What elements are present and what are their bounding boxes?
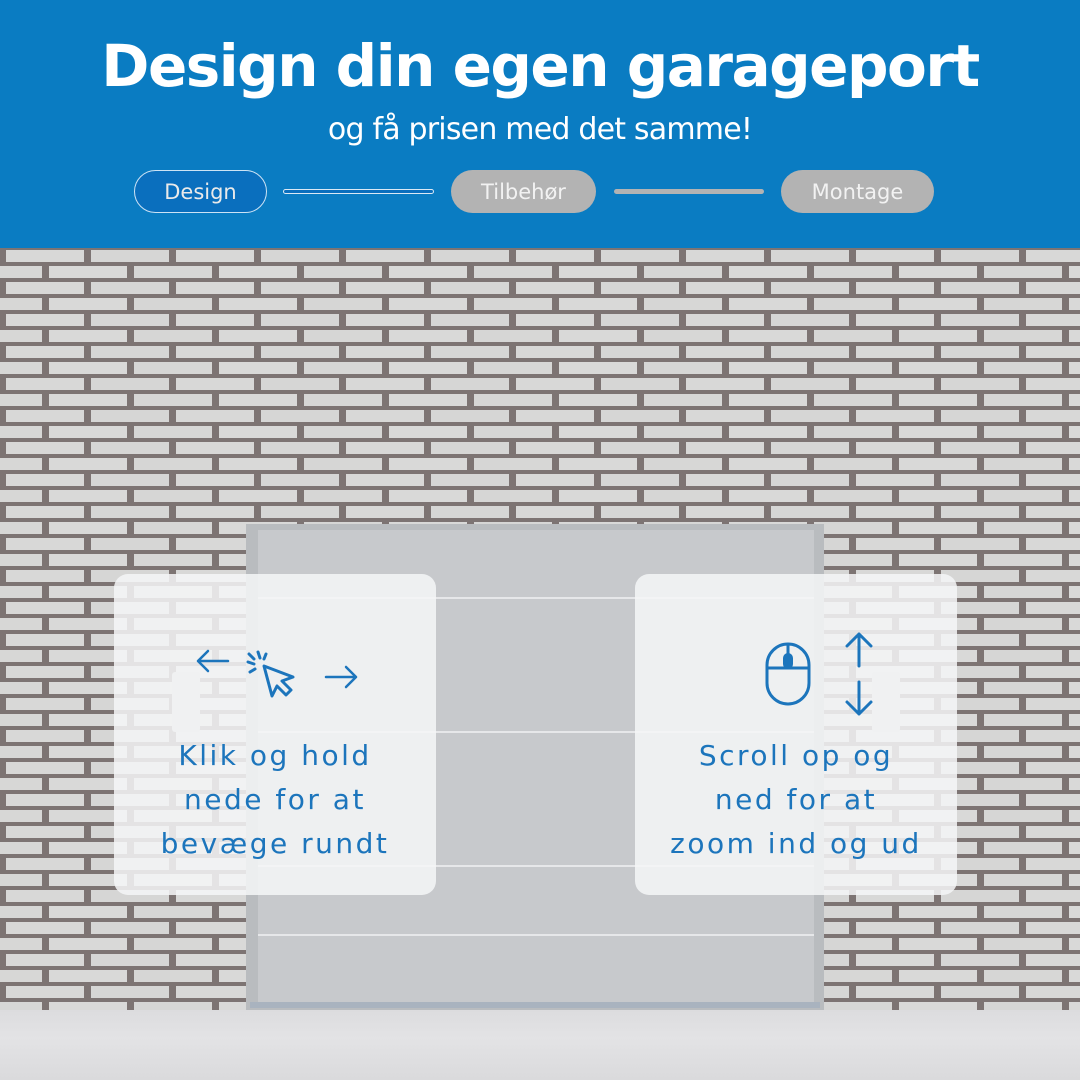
step-montage-label: Montage bbox=[811, 179, 904, 204]
arrow-up-down-icon bbox=[845, 632, 873, 716]
zoom-hint-card: Scroll op og ned for at zoom ind og ud bbox=[635, 574, 957, 895]
drag-hint-line: Klik og hold bbox=[178, 739, 372, 772]
header-banner: Design din egen garageport og få prisen … bbox=[0, 0, 1080, 248]
page-subtitle: og få prisen med det samme! bbox=[327, 112, 753, 147]
step-design-label: Design bbox=[164, 179, 237, 204]
drag-hint-card: Klik og hold nede for at bevæge rundt bbox=[114, 574, 436, 895]
step-montage[interactable]: Montage bbox=[781, 170, 934, 213]
step-design[interactable]: Design bbox=[134, 170, 267, 213]
door-threshold bbox=[250, 1002, 820, 1008]
step-tilbehor[interactable]: Tilbehør bbox=[451, 170, 596, 213]
step-connector bbox=[283, 189, 434, 194]
zoom-hint-line: zoom ind og ud bbox=[670, 827, 922, 860]
step-connector bbox=[614, 189, 764, 194]
step-tilbehor-label: Tilbehør bbox=[481, 179, 566, 204]
zoom-hint-line: Scroll op og bbox=[698, 739, 894, 772]
zoom-hint-text: Scroll op og ned for at zoom ind og ud bbox=[635, 734, 957, 866]
zoom-hint-line: ned for at bbox=[714, 783, 878, 816]
cursor-click-icon bbox=[246, 650, 295, 698]
door-panel-line bbox=[258, 934, 814, 936]
page-title: Design din egen garageport bbox=[101, 32, 980, 100]
driveway bbox=[0, 1010, 1080, 1080]
arrow-left-icon bbox=[196, 649, 230, 673]
arrow-right-icon bbox=[324, 665, 358, 689]
drag-hint-line: nede for at bbox=[184, 783, 366, 816]
drag-hint-text: Klik og hold nede for at bevæge rundt bbox=[114, 734, 436, 866]
mouse-icon bbox=[765, 642, 811, 706]
garage-3d-viewer[interactable]: Klik og hold nede for at bevæge rundt Sc… bbox=[0, 248, 1080, 1080]
drag-hint-line: bevæge rundt bbox=[160, 827, 390, 860]
